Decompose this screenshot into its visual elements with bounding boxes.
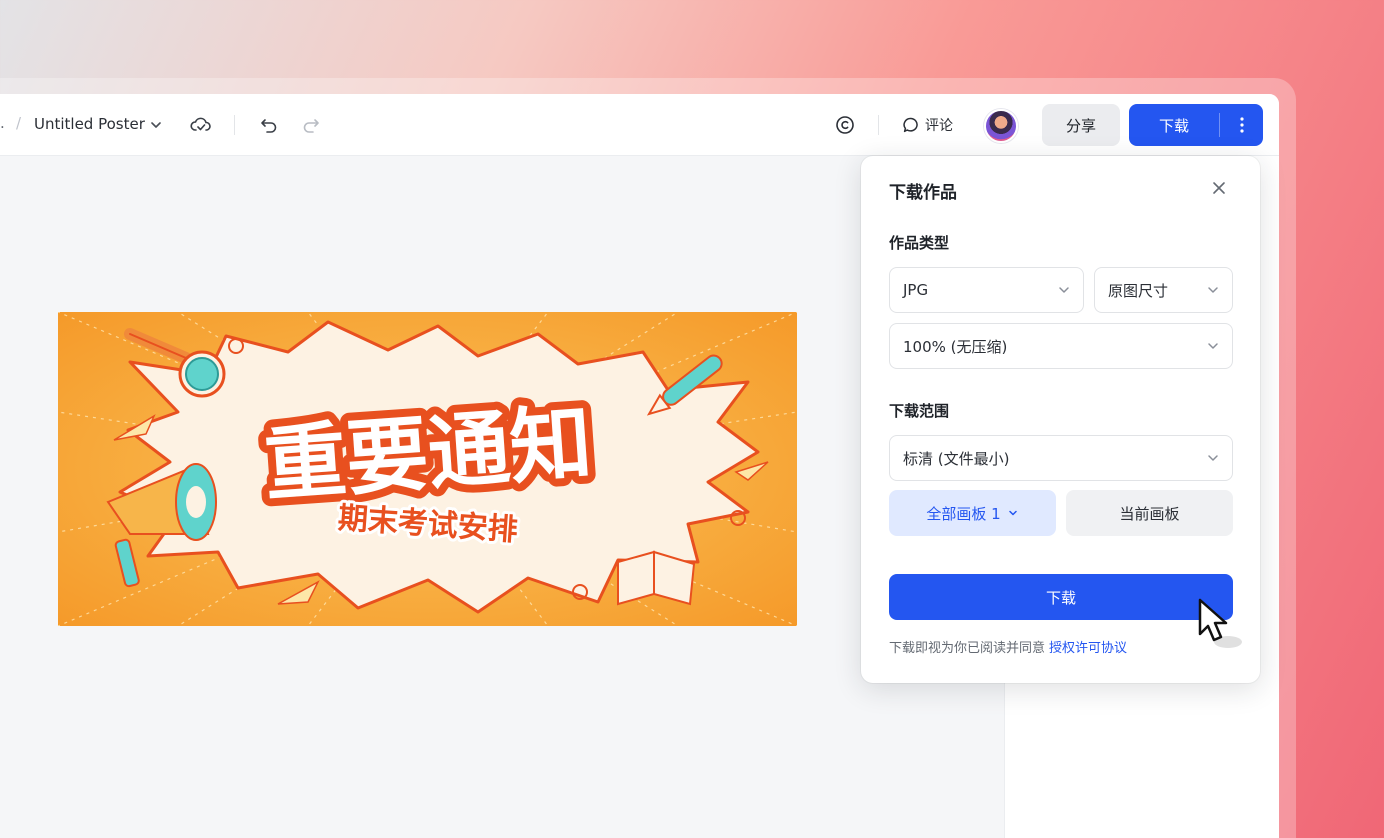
confirm-download-button[interactable]: 下载: [889, 574, 1233, 620]
dialog-title: 下载作品: [889, 183, 957, 203]
size-value: 原图尺寸: [1108, 281, 1169, 300]
poster-artwork: 重要通知 重要通知 期末考试安排: [58, 312, 797, 626]
license-agreement-link[interactable]: 授权许可协议: [1049, 641, 1127, 656]
avatar[interactable]: [984, 109, 1018, 143]
chevron-down-icon: [1206, 283, 1220, 297]
scope-section-label: 下载范围: [889, 402, 950, 420]
undo-icon[interactable]: [256, 112, 282, 138]
mouse-pointer-icon: [1194, 596, 1246, 652]
all-artboards-button[interactable]: 全部画板 1: [889, 490, 1056, 536]
toolbar-divider: [878, 115, 879, 135]
more-vertical-icon[interactable]: [1220, 104, 1263, 146]
toolbar-divider: [234, 115, 235, 135]
format-value: JPG: [903, 281, 929, 299]
size-select[interactable]: 原图尺寸: [1094, 267, 1233, 313]
cloud-sync-icon[interactable]: [188, 112, 214, 138]
download-button[interactable]: 下载: [1129, 104, 1219, 146]
chevron-down-icon: [1057, 283, 1071, 297]
agreement-text: 下载即视为你已阅读并同意: [889, 641, 1046, 656]
agreement-note: 下载即视为你已阅读并同意 授权许可协议: [889, 637, 1127, 656]
chevron-down-icon: [1007, 507, 1019, 519]
chevron-down-icon: [1206, 451, 1220, 465]
breadcrumb-separator: /: [16, 114, 22, 132]
chevron-down-icon: [1206, 339, 1220, 353]
all-artboards-label: 全部画板 1: [926, 504, 1001, 523]
resolution-select[interactable]: 标清 (文件最小): [889, 435, 1233, 481]
resolution-value: 标清 (文件最小): [903, 449, 1010, 468]
close-icon[interactable]: [1207, 176, 1231, 200]
chevron-down-icon[interactable]: [146, 114, 166, 136]
document-title[interactable]: Untitled Poster: [34, 115, 145, 133]
current-artboard-button[interactable]: 当前画板: [1066, 490, 1233, 536]
copyright-icon[interactable]: [832, 112, 858, 138]
breadcrumb-prefix[interactable]: .: [0, 114, 5, 132]
redo-icon[interactable]: [298, 112, 324, 138]
comment-button[interactable]: 评论: [902, 112, 953, 138]
type-section-label: 作品类型: [889, 234, 950, 252]
comment-icon: [902, 116, 920, 134]
format-select[interactable]: JPG: [889, 267, 1084, 313]
quality-select[interactable]: 100% (无压缩): [889, 323, 1233, 369]
poster-canvas[interactable]: 重要通知 重要通知 期末考试安排: [58, 312, 797, 626]
download-split-button: 下载: [1129, 104, 1263, 146]
comment-label: 评论: [925, 118, 953, 134]
quality-value: 100% (无压缩): [903, 337, 1008, 356]
share-button[interactable]: 分享: [1042, 104, 1120, 146]
